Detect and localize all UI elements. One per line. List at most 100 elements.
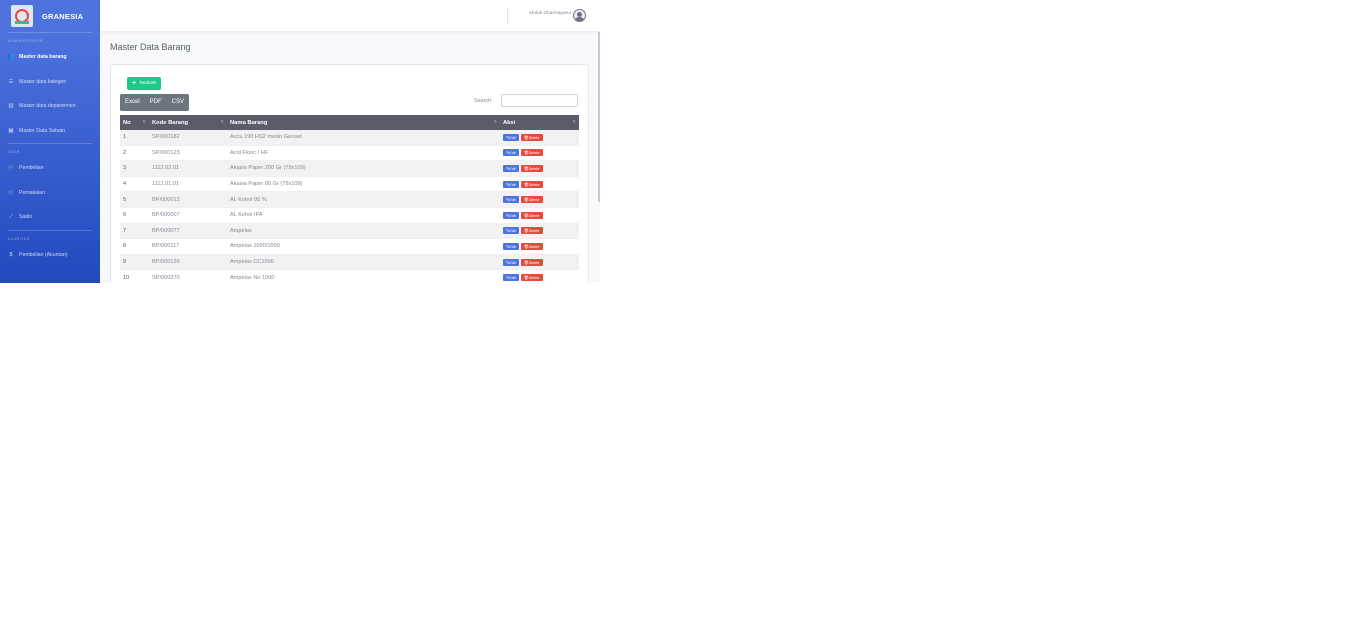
sort-icon: ⇅ bbox=[142, 119, 146, 124]
avatar[interactable] bbox=[573, 9, 586, 22]
sidebar-item-label: Master data departemen bbox=[19, 103, 76, 110]
nav-user-group: 🛒 Pembelian 🛒 Pemakaian ⟋ Saldo bbox=[0, 156, 100, 230]
cell-nama: AL Kohol 95 % bbox=[227, 191, 500, 208]
cell-kode: 1112.01.01 bbox=[149, 176, 227, 193]
delete-button[interactable]: 🗑Delete bbox=[520, 258, 543, 266]
edit-button[interactable]: ✎Edit bbox=[503, 196, 519, 204]
cell-aksi: ✎Edit 🗑Delete bbox=[500, 160, 579, 177]
delete-button-label: Delete bbox=[528, 182, 540, 187]
sort-icon: ⇅ bbox=[572, 119, 576, 124]
cell-kode: BP/000007 bbox=[149, 207, 227, 224]
cell-kode: SP/000182 bbox=[149, 130, 227, 146]
delete-button[interactable]: 🗑Delete bbox=[520, 227, 543, 235]
edit-button[interactable]: ✎Edit bbox=[503, 227, 519, 235]
cell-aksi: ✎Edit 🗑Delete bbox=[500, 238, 579, 255]
edit-button[interactable]: ✎Edit bbox=[503, 242, 519, 250]
table-row: 3 1112.02.01 Akasia Paper 200 Gr (79x109) ✎… bbox=[120, 160, 579, 177]
delete-button-label: Delete bbox=[528, 260, 540, 265]
export-excel-button[interactable]: Excel bbox=[120, 94, 145, 111]
sidebar-item[interactable]: $ Pembelian (Akuntan) bbox=[0, 243, 100, 268]
column-header-aksi[interactable]: Aksi ⇅ bbox=[500, 115, 579, 130]
column-header-no[interactable]: No ⇅ bbox=[120, 115, 149, 130]
delete-button[interactable]: 🗑Delete bbox=[520, 180, 543, 188]
brand[interactable]: GRANESIA bbox=[0, 0, 100, 32]
sidebar-item-label: Pembelian bbox=[19, 165, 44, 172]
column-header-label: Nama Barang bbox=[230, 119, 268, 126]
delete-button-label: Delete bbox=[528, 151, 540, 156]
nav-admin-group: 👥 Master data barang ☰ Master data kategori… bbox=[0, 45, 100, 143]
cell-aksi: ✎Edit 🗑Delete bbox=[500, 254, 579, 271]
table-body: 1 SP/000182 Accu 190 HS2 mesin Genset ✎Edit… bbox=[120, 130, 579, 283]
sidebar-item[interactable]: ☰ Master data kategori bbox=[0, 70, 100, 95]
sidebar-item[interactable]: 🛒 Pembelian bbox=[0, 156, 100, 181]
cell-nama: Accu 190 HS2 mesin Genset bbox=[227, 130, 500, 146]
cell-nama: Ampelas No 1000 bbox=[227, 269, 500, 283]
delete-button[interactable]: 🗑Delete bbox=[520, 242, 543, 250]
cell-nama: Ampelas CC1000 bbox=[227, 254, 500, 271]
sidebar-item[interactable]: ▦ Master Data Satuan bbox=[0, 119, 100, 144]
sidebar-item-label: Master data kategori bbox=[19, 78, 67, 85]
cell-kode: BP/000012 bbox=[149, 191, 227, 208]
add-button[interactable]: + Tambah bbox=[127, 77, 162, 90]
edit-button[interactable]: ✎Edit bbox=[503, 258, 519, 266]
nav-accounting-group: $ Pembelian (Akuntan) bbox=[0, 243, 100, 268]
edit-button[interactable]: ✎Edit bbox=[503, 274, 519, 282]
edit-button-label: Edit bbox=[509, 166, 516, 171]
cell-kode: BP/000117 bbox=[149, 238, 227, 255]
cell-no: 7 bbox=[120, 223, 149, 240]
user-name[interactable]: Muluk Dharmayana bbox=[529, 11, 571, 16]
cell-no: 6 bbox=[120, 207, 149, 224]
cart-icon: 🛒 bbox=[7, 165, 15, 172]
delete-button[interactable]: 🗑Delete bbox=[520, 149, 543, 157]
delete-button-label: Delete bbox=[528, 276, 540, 281]
topbar: Muluk Dharmayana bbox=[100, 0, 600, 31]
edit-button[interactable]: ✎Edit bbox=[503, 180, 519, 188]
edit-button[interactable]: ✎Edit bbox=[503, 164, 519, 172]
delete-button[interactable]: 🗑Delete bbox=[520, 164, 543, 172]
cell-nama: Ampelas 1000/1500 bbox=[227, 238, 500, 255]
table-header-row: No ⇅ Kode Barang ⇅ Nama Barang ⇅ Aksi ⇅ bbox=[120, 115, 579, 130]
topbar-divider bbox=[507, 7, 508, 24]
cell-aksi: ✎Edit 🗑Delete bbox=[500, 145, 579, 162]
edit-button[interactable]: ✎Edit bbox=[503, 133, 519, 141]
edit-button[interactable]: ✎Edit bbox=[503, 149, 519, 157]
cell-aksi: ✎Edit 🗑Delete bbox=[500, 223, 579, 240]
cell-aksi: ✎Edit 🗑Delete bbox=[500, 269, 579, 283]
cell-kode: BP/000077 bbox=[149, 223, 227, 240]
sidebar-item-label: Pembelian (Akuntan) bbox=[19, 251, 68, 258]
edit-button[interactable]: ✎Edit bbox=[503, 211, 519, 219]
export-csv-button[interactable]: CSV bbox=[167, 94, 189, 111]
cart-out-icon: 🛒 bbox=[7, 189, 15, 196]
sidebar-item[interactable]: ▥ Master data departemen bbox=[0, 94, 100, 119]
sidebar-item[interactable]: ⟋ Saldo bbox=[0, 205, 100, 230]
sidebar-item[interactable]: 👥 Master data barang bbox=[0, 45, 100, 70]
edit-button-label: Edit bbox=[509, 260, 516, 265]
sidebar-item[interactable]: 🛒 Pemakaian bbox=[0, 181, 100, 206]
sidebar-heading-user: USER bbox=[8, 150, 20, 154]
edit-button-label: Edit bbox=[509, 198, 516, 203]
delete-button[interactable]: 🗑Delete bbox=[520, 196, 543, 204]
data-table: No ⇅ Kode Barang ⇅ Nama Barang ⇅ Aksi ⇅ 1 SP/… bbox=[120, 115, 579, 283]
delete-button-label: Delete bbox=[528, 198, 540, 203]
cell-aksi: ✎Edit 🗑Delete bbox=[500, 191, 579, 208]
edit-button-label: Edit bbox=[509, 135, 516, 140]
table-row: 9 BP/000136 Ampelas CC1000 ✎Edit 🗑Delete bbox=[120, 254, 579, 271]
export-pdf-button[interactable]: PDF bbox=[145, 94, 167, 111]
cell-nama: Ampelas bbox=[227, 223, 500, 240]
sidebar-item-label: Master Data Satuan bbox=[19, 127, 66, 134]
brand-logo bbox=[11, 5, 33, 27]
edit-button-label: Edit bbox=[509, 151, 516, 156]
delete-button[interactable]: 🗑Delete bbox=[520, 133, 543, 141]
page-scrollbar[interactable] bbox=[598, 32, 600, 202]
column-header-kode[interactable]: Kode Barang ⇅ bbox=[149, 115, 227, 130]
delete-button[interactable]: 🗑Delete bbox=[520, 211, 543, 219]
plus-icon: + bbox=[132, 80, 137, 87]
page-title: Master Data Barang bbox=[110, 42, 191, 52]
delete-button[interactable]: 🗑Delete bbox=[520, 274, 543, 282]
cell-no: 4 bbox=[120, 176, 149, 193]
column-header-label: Aksi bbox=[503, 119, 516, 126]
sidebar-heading-accounting: AKUNTING bbox=[8, 236, 30, 241]
sidebar-item-label: Pemakaian bbox=[19, 189, 45, 196]
column-header-nama[interactable]: Nama Barang ⇅ bbox=[227, 115, 500, 130]
search-input[interactable] bbox=[501, 94, 578, 107]
